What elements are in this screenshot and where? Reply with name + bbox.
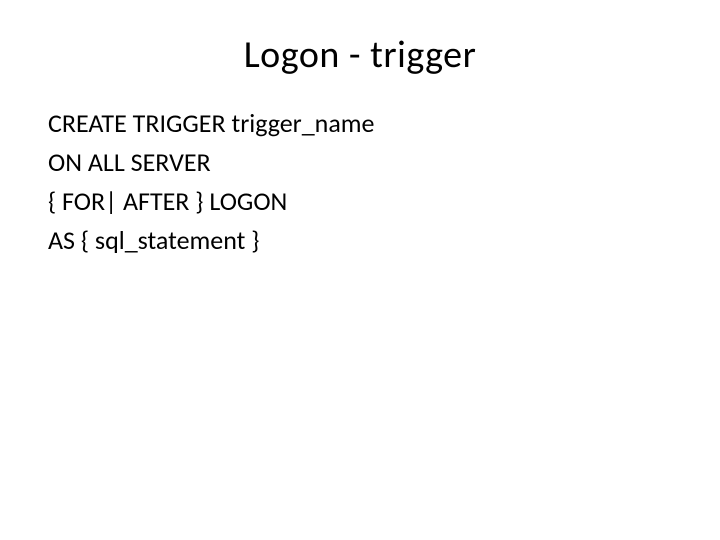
slide-title: Logon - trigger — [48, 32, 672, 78]
code-line: ON ALL SERVER — [48, 145, 672, 180]
slide: Logon - trigger CREATE TRIGGER trigger_n… — [0, 0, 720, 540]
slide-body: CREATE TRIGGER trigger_name ON ALL SERVE… — [48, 106, 672, 258]
code-line: CREATE TRIGGER trigger_name — [48, 106, 672, 141]
code-line: { FOR| AFTER } LOGON — [48, 184, 672, 219]
code-line: AS { sql_statement } — [48, 223, 672, 258]
